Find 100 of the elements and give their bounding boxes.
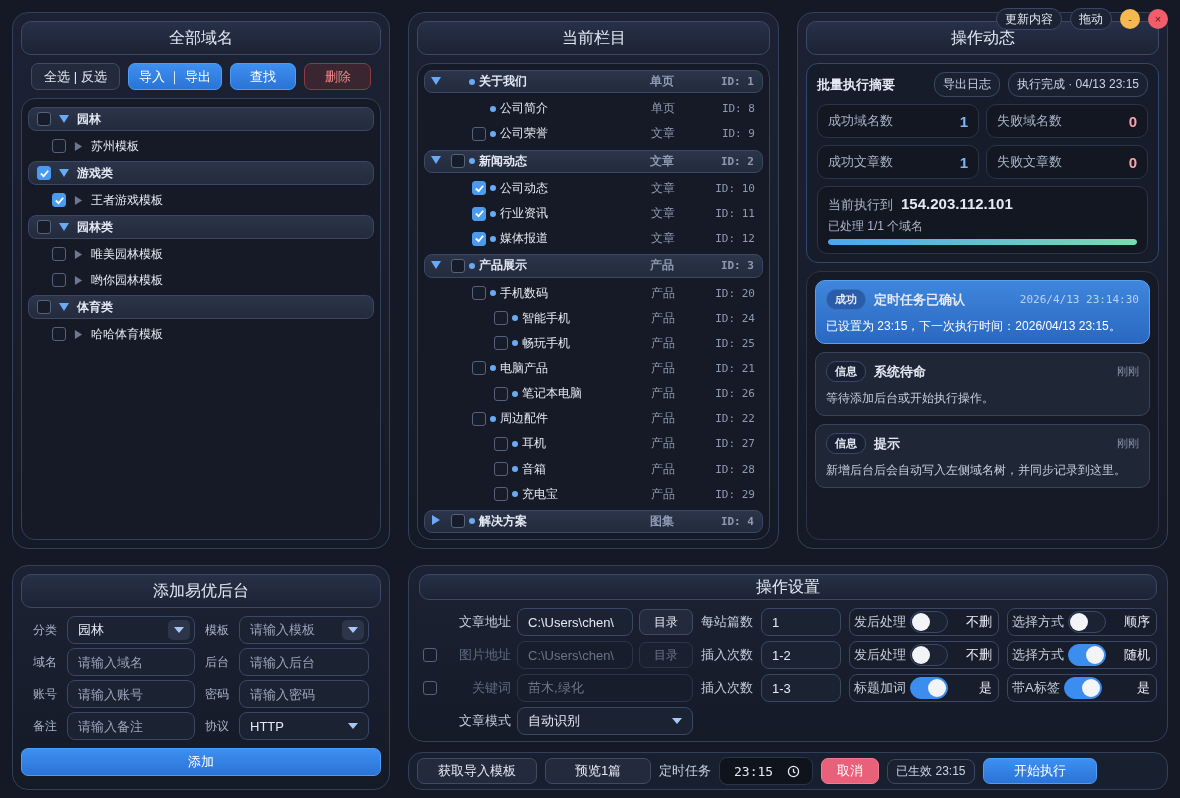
- category-row[interactable]: 笔记本电脑 产品 ID: 26: [424, 381, 763, 407]
- category-row[interactable]: 电脑产品 产品 ID: 21: [424, 355, 763, 382]
- checkbox[interactable]: [472, 206, 486, 221]
- caret-icon[interactable]: [59, 222, 69, 232]
- checkbox[interactable]: [37, 300, 51, 314]
- dropdown[interactable]: 自动识别: [517, 707, 693, 735]
- toolbar-button[interactable]: 全选 | 反选: [31, 63, 120, 90]
- export-button[interactable]: 导出日志: [933, 72, 1000, 97]
- checkbox[interactable]: [472, 231, 486, 246]
- category-row[interactable]: 媒体报道 文章 ID: 12: [424, 226, 763, 252]
- checkbox[interactable]: [472, 126, 486, 141]
- category-row[interactable]: 智能手机 产品 ID: 24: [424, 305, 763, 331]
- group-header[interactable]: 园林类: [28, 215, 374, 239]
- checkbox[interactable]: [494, 336, 508, 351]
- checkbox[interactable]: [494, 386, 508, 401]
- category-row[interactable]: 耳机 产品 ID: 27: [424, 431, 763, 457]
- dropdown[interactable]: 园林: [67, 616, 195, 644]
- close-button[interactable]: ×: [1148, 9, 1168, 29]
- toggle-switch[interactable]: [1068, 611, 1106, 633]
- number-field[interactable]: 1-2: [761, 641, 841, 669]
- toolbar-button[interactable]: 删除: [304, 63, 371, 90]
- category-row[interactable]: 周边配件 产品 ID: 22: [424, 406, 763, 432]
- caret-icon[interactable]: [74, 329, 83, 339]
- checkbox[interactable]: [52, 273, 66, 287]
- caret-icon[interactable]: [74, 249, 83, 259]
- toggle-switch[interactable]: [910, 644, 948, 666]
- caret-icon[interactable]: [431, 259, 441, 270]
- input-field[interactable]: 请输入密码: [239, 680, 369, 708]
- checkbox[interactable]: [472, 286, 486, 301]
- caret-icon[interactable]: [74, 141, 83, 151]
- input-field[interactable]: 请输入备注: [67, 712, 195, 740]
- checkbox[interactable]: [472, 361, 486, 376]
- checkbox[interactable]: [494, 311, 508, 326]
- checkbox[interactable]: [37, 166, 51, 180]
- group-header[interactable]: 游戏类: [28, 161, 374, 185]
- checkbox[interactable]: [472, 181, 486, 196]
- checkbox[interactable]: [52, 139, 66, 153]
- number-field[interactable]: 1-3: [761, 674, 841, 702]
- checkbox[interactable]: [451, 514, 465, 529]
- dropdown-button[interactable]: [342, 620, 364, 640]
- checkbox[interactable]: [37, 220, 51, 234]
- template-name[interactable]: 唯美园林模板: [91, 245, 163, 263]
- toggle-switch[interactable]: [910, 611, 948, 633]
- caret-icon[interactable]: [74, 275, 83, 285]
- group-header[interactable]: 体育类: [28, 295, 374, 319]
- checkbox[interactable]: [472, 411, 486, 426]
- template-name[interactable]: 苏州模板: [91, 137, 139, 155]
- browse-button[interactable]: 目录: [639, 609, 693, 635]
- template-name[interactable]: 哈哈体育模板: [91, 325, 163, 343]
- caret-icon[interactable]: [431, 515, 441, 526]
- toggle-switch[interactable]: [910, 677, 948, 699]
- toggle-switch[interactable]: [1063, 677, 1102, 699]
- category-header[interactable]: 产品展示 产品 ID: 3: [424, 254, 763, 278]
- category-row[interactable]: 行业资讯 文章 ID: 11: [424, 200, 763, 227]
- add-button[interactable]: 添加: [21, 748, 381, 776]
- caret-icon[interactable]: [59, 114, 69, 124]
- checkbox[interactable]: [494, 487, 508, 502]
- group-header[interactable]: 园林: [28, 107, 374, 131]
- input-field[interactable]: 请输入域名: [67, 648, 195, 676]
- caret-icon[interactable]: [74, 195, 83, 205]
- category-header[interactable]: 解决方案 图集 ID: 4: [424, 509, 763, 534]
- input-field[interactable]: 请输入账号: [67, 680, 195, 708]
- template-button[interactable]: 获取导入模板: [417, 758, 537, 784]
- preview-button[interactable]: 预览1篇: [545, 758, 651, 784]
- header-button[interactable]: 拖动: [1070, 8, 1112, 30]
- checkbox[interactable]: [494, 462, 508, 477]
- dropdown[interactable]: HTTP: [239, 712, 369, 740]
- checkbox[interactable]: [494, 436, 508, 451]
- minimize-button[interactable]: -: [1120, 9, 1140, 29]
- category-row[interactable]: 畅玩手机 产品 ID: 25: [424, 330, 763, 356]
- category-row[interactable]: 公司简介 单页 ID: 8: [424, 96, 763, 122]
- checkbox[interactable]: [451, 154, 465, 169]
- category-header[interactable]: 新闻动态 文章 ID: 2: [424, 149, 763, 173]
- toggle-switch[interactable]: [1068, 644, 1106, 666]
- template-name[interactable]: 王者游戏模板: [91, 191, 163, 209]
- category-row[interactable]: 音箱 产品 ID: 28: [424, 456, 763, 482]
- path-field[interactable]: C:\Users\chen\: [517, 608, 633, 636]
- toolbar-button[interactable]: 导入 ｜ 导出: [127, 63, 222, 90]
- category-row[interactable]: 充电宝 产品 ID: 29: [424, 481, 763, 507]
- number-field[interactable]: 1: [761, 608, 841, 636]
- category-header[interactable]: 关于我们 单页 ID: 1: [424, 70, 763, 94]
- time-field[interactable]: 23:15: [719, 757, 814, 785]
- checkbox[interactable]: [52, 247, 66, 261]
- dropdown-button[interactable]: [168, 620, 190, 640]
- input-field[interactable]: 请输入后台: [239, 648, 369, 676]
- dropdown[interactable]: 请输入模板: [239, 616, 369, 644]
- caret-icon[interactable]: [431, 75, 441, 86]
- start-button[interactable]: 开始执行: [982, 758, 1097, 784]
- category-row[interactable]: 手机数码 产品 ID: 20: [424, 280, 763, 306]
- category-row[interactable]: 公司动态 文章 ID: 10: [424, 175, 763, 201]
- checkbox[interactable]: [52, 193, 66, 207]
- caret-icon[interactable]: [431, 155, 441, 166]
- toolbar-button[interactable]: 查找: [230, 63, 297, 90]
- checkbox[interactable]: [451, 258, 465, 273]
- caret-icon[interactable]: [59, 168, 69, 178]
- category-row[interactable]: 公司荣誉 文章 ID: 9: [424, 121, 763, 147]
- checkbox[interactable]: [37, 112, 51, 126]
- checkbox[interactable]: [52, 327, 66, 341]
- caret-icon[interactable]: [59, 302, 69, 312]
- template-name[interactable]: 哟你园林模板: [91, 271, 163, 289]
